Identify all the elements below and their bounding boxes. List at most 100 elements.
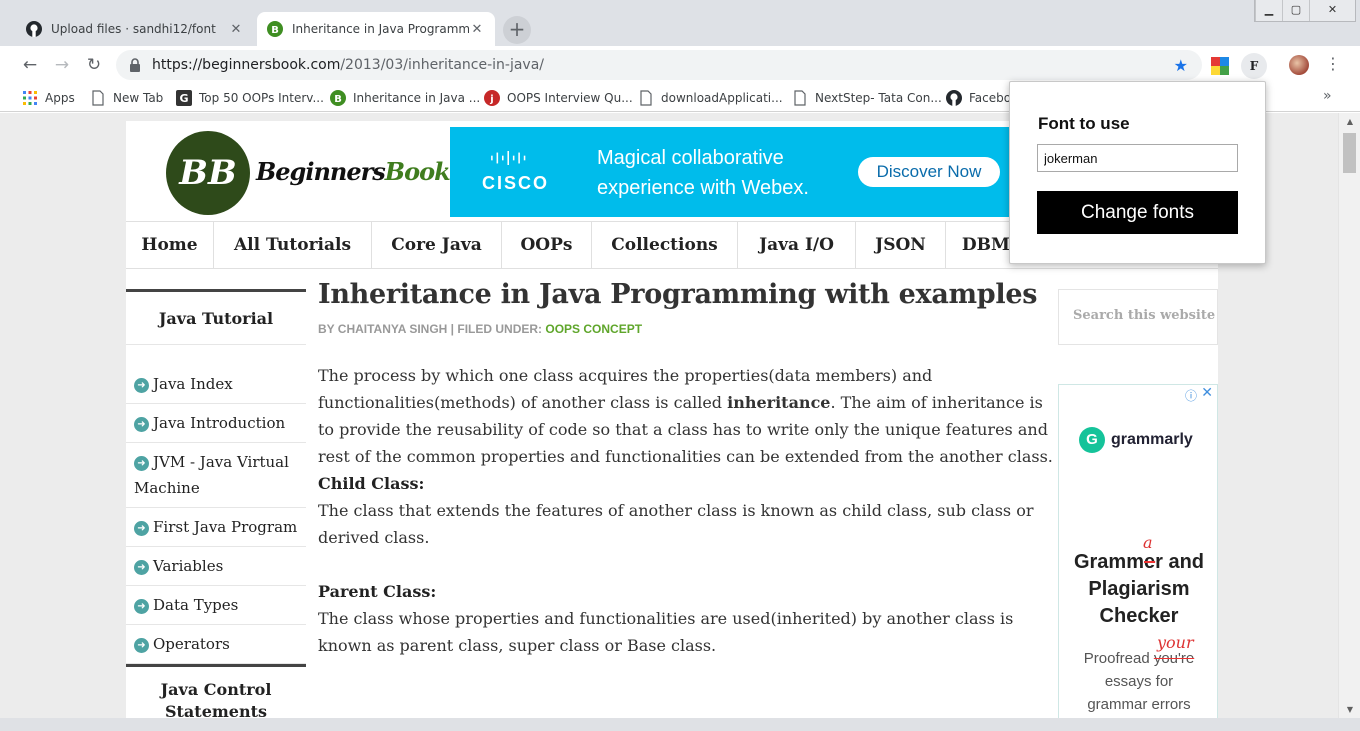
sidebar-item-label: Operators	[153, 635, 230, 653]
bookmark-nextstep[interactable]: NextStep- Tata Con...	[792, 89, 942, 107]
ad-headline-2: Plagiarism	[1088, 578, 1190, 600]
discover-now-button[interactable]: Discover Now	[858, 157, 1000, 187]
bookmark-label: NextStep- Tata Con...	[815, 91, 942, 105]
scroll-thumb[interactable]	[1343, 133, 1356, 173]
browser-toolbar: ← → ↻ https://beginnersbook.com/2013/03/…	[0, 46, 1360, 84]
svg-text:B: B	[334, 94, 342, 105]
bookmark-facebook[interactable]: Facebo	[946, 89, 1011, 107]
banner-line-1: Magical collaborative	[597, 147, 784, 169]
svg-text:B: B	[271, 25, 279, 36]
address-bar[interactable]: https://beginnersbook.com/2013/03/inheri…	[116, 50, 1202, 80]
arrow-right-icon: ➜	[134, 521, 149, 536]
ad-close-icon[interactable]: ✕	[1201, 385, 1213, 401]
bookmark-oops-interview[interactable]: G Top 50 OOPs Interv...	[176, 89, 324, 107]
sidebar-item-operators[interactable]: ➜ Operators	[126, 625, 306, 664]
sidebar-item-java-index[interactable]: ➜ Java Index	[126, 365, 306, 404]
scroll-up-icon[interactable]: ▲	[1339, 117, 1360, 126]
bookmark-label: New Tab	[113, 91, 164, 105]
bookmark-apps[interactable]: Apps	[22, 89, 75, 107]
search-input[interactable]: Search this website	[1058, 289, 1218, 345]
tab-title: Upload files · sandhi12/font	[51, 22, 216, 36]
svg-text:j: j	[489, 94, 493, 105]
nav-home[interactable]: Home	[126, 222, 214, 268]
arrow-right-icon: ➜	[134, 599, 149, 614]
article-title: Inheritance in Java Programming with exa…	[318, 279, 1038, 310]
tab-close-icon[interactable]: ✕	[469, 22, 485, 37]
sidebar-item-label: Java Index	[153, 375, 233, 393]
bookmark-label: OOPS Interview Qu...	[507, 91, 633, 105]
bookmarks-overflow-button[interactable]: »	[1323, 88, 1332, 104]
arrow-right-icon: ➜	[134, 456, 149, 471]
logo-text-beginners: Beginners	[256, 157, 386, 186]
scroll-down-icon[interactable]: ▼	[1339, 705, 1360, 714]
arrow-right-icon: ➜	[134, 638, 149, 653]
sidebar-item-variables[interactable]: ➜ Variables	[126, 547, 306, 586]
bookmark-star-icon[interactable]: ★	[1174, 56, 1188, 75]
tab-upload-files[interactable]: Upload files · sandhi12/font ✕	[16, 12, 254, 46]
beginnersbook-icon: B	[330, 90, 346, 106]
intro-bold-term: inheritance	[727, 393, 831, 412]
back-arrow-icon[interactable]: ←	[20, 55, 40, 75]
nav-json[interactable]: JSON	[856, 222, 946, 268]
byline-category-link[interactable]: OOPS CONCEPT	[545, 322, 642, 336]
bookmark-new-tab[interactable]: New Tab	[90, 89, 163, 107]
nav-java-io[interactable]: Java I/O	[738, 222, 856, 268]
font-input[interactable]	[1037, 144, 1238, 172]
site-logo[interactable]: BB BeginnersBook	[166, 129, 451, 215]
bookmark-download-app[interactable]: downloadApplicati...	[638, 89, 783, 107]
sidebar-item-java-introduction[interactable]: ➜ Java Introduction	[126, 404, 306, 443]
nav-oops[interactable]: OOPs	[502, 222, 592, 268]
window-close-icon[interactable]: ✕	[1309, 0, 1355, 21]
grammarly-logo: G grammarly	[1079, 427, 1193, 453]
beginnersbook-icon: B	[267, 21, 283, 37]
tab-close-icon[interactable]: ✕	[228, 22, 244, 37]
change-fonts-button[interactable]: Change fonts	[1037, 191, 1238, 234]
bookmark-label: Apps	[45, 91, 75, 105]
apps-grid-icon	[23, 91, 37, 105]
sidebar-heading-java-tutorial: Java Tutorial	[126, 289, 306, 345]
paragraph-intro: The process by which one class acquires …	[318, 362, 1053, 470]
sidebar-item-first-java-program[interactable]: ➜ First Java Program	[126, 508, 306, 547]
minimize-icon[interactable]: ▁	[1255, 0, 1282, 21]
bookmark-inheritance[interactable]: B Inheritance in Java ...	[330, 89, 480, 107]
url-text: https://beginnersbook.com/2013/03/inheri…	[152, 57, 544, 73]
menu-icon[interactable]: ⋮	[1325, 55, 1341, 75]
sidebar-item-label: JVM - Java Virtual Machine	[134, 453, 289, 497]
banner-line-2: experience with Webex.	[597, 177, 809, 199]
child-class-heading: Child Class:	[318, 474, 425, 493]
bookmark-oops-questions[interactable]: j OOPS Interview Qu...	[484, 89, 633, 107]
sidebar-item-jvm[interactable]: ➜ JVM - Java Virtual Machine	[126, 443, 306, 508]
ad-info-icon[interactable]: ⓘ	[1185, 387, 1197, 404]
new-tab-button[interactable]: +	[503, 16, 531, 44]
reload-icon[interactable]: ↻	[84, 55, 104, 75]
nav-all-tutorials[interactable]: All Tutorials	[214, 222, 372, 268]
color-extension-icon[interactable]	[1209, 55, 1231, 77]
page-icon	[92, 90, 104, 106]
tab-inheritance[interactable]: B Inheritance in Java Programming ✕	[257, 12, 495, 46]
grammarly-ad[interactable]: ⓘ ✕ G grammarly a Grammer and Plagiarism…	[1058, 384, 1218, 718]
nav-core-java[interactable]: Core Java	[372, 222, 502, 268]
head1-post: r and	[1155, 551, 1205, 573]
url-host: https://beginnersbook.com	[152, 57, 341, 73]
sidebar-item-data-types[interactable]: ➜ Data Types	[126, 586, 306, 625]
bookmark-label: Facebo	[969, 91, 1012, 105]
profile-avatar[interactable]	[1289, 55, 1309, 75]
font-extension-popup: Font to use Change fonts	[1009, 81, 1266, 264]
vertical-scrollbar[interactable]: ▲ ▼	[1338, 113, 1360, 718]
font-label: Font to use	[1038, 114, 1130, 133]
page-icon	[794, 90, 806, 106]
nav-collections[interactable]: Collections	[592, 222, 738, 268]
logo-text: BeginnersBook	[256, 157, 451, 186]
cisco-logo-icon	[491, 151, 526, 165]
font-extension-icon[interactable]: F	[1241, 53, 1267, 79]
logo-mark: BB	[166, 131, 250, 215]
sidebar-item-label: First Java Program	[153, 518, 298, 536]
sidebar-item-label: Data Types	[153, 596, 239, 614]
github-icon	[26, 21, 42, 37]
maximize-icon[interactable]: ▢	[1282, 0, 1309, 21]
forward-arrow-icon[interactable]: →	[52, 55, 72, 75]
javatpoint-icon: j	[484, 90, 500, 106]
svg-text:G: G	[179, 92, 188, 105]
cisco-brand: CISCO	[482, 173, 550, 193]
